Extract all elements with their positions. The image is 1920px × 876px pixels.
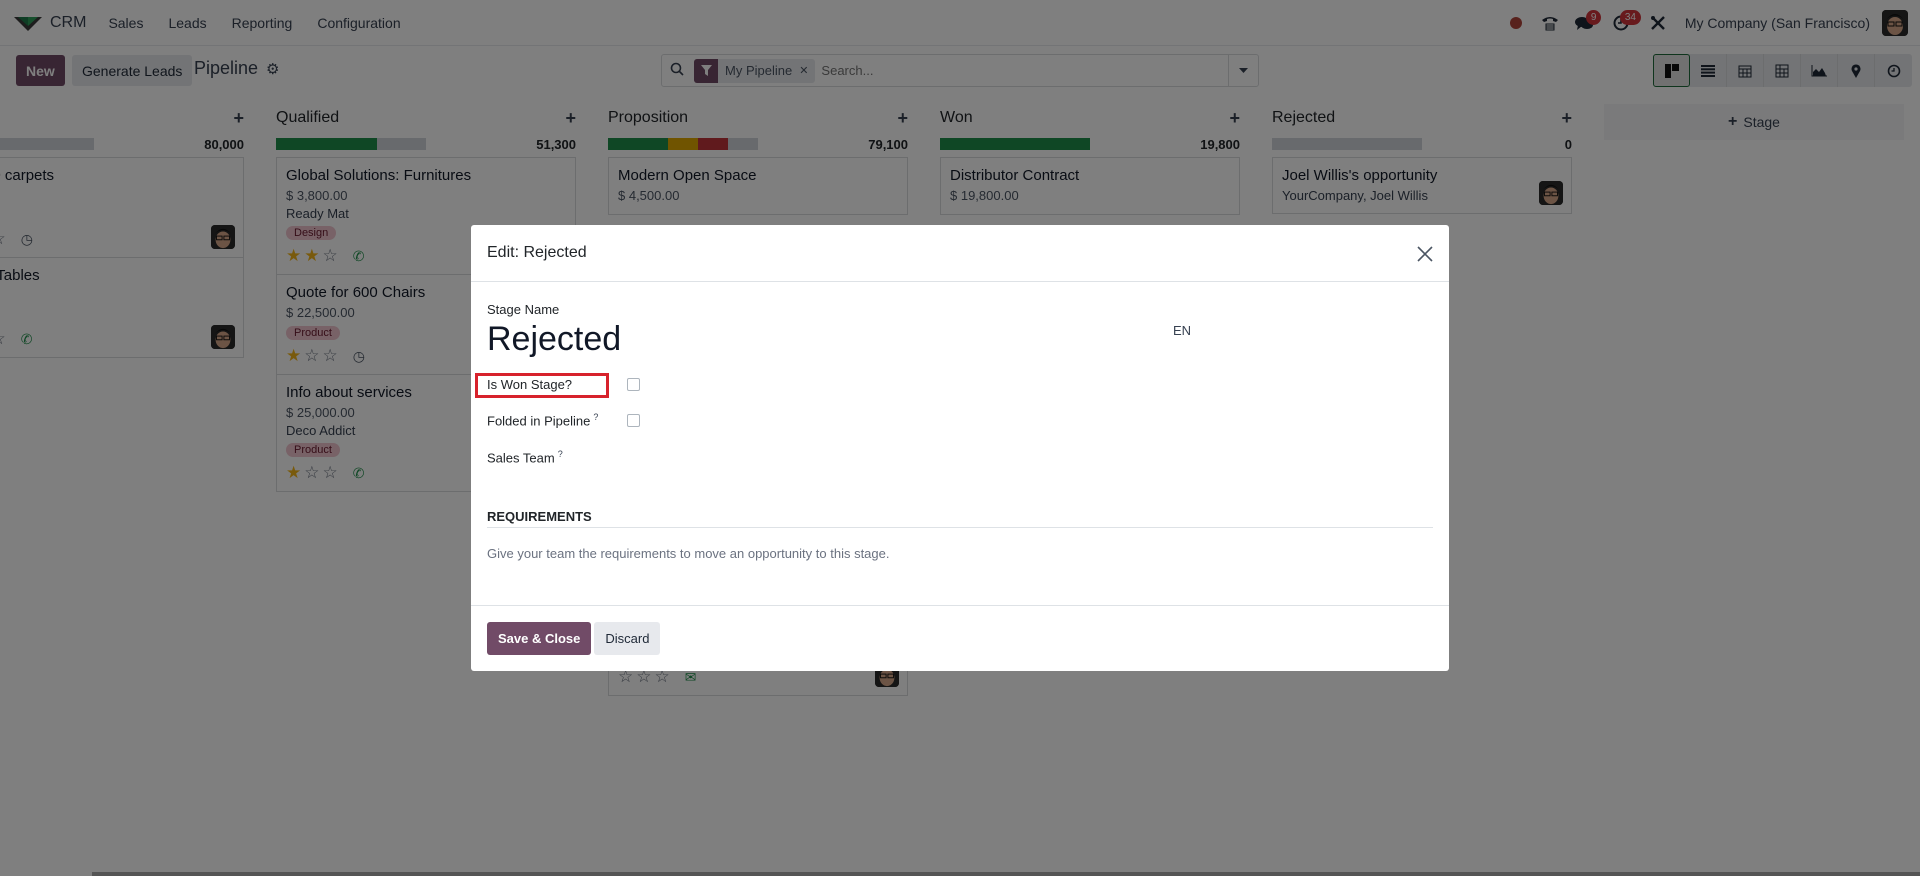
dialog-title: Edit: Rejected xyxy=(487,244,587,261)
sales-team-field: Sales Team? xyxy=(487,448,927,466)
stage-name-label: Stage Name xyxy=(487,302,560,317)
sales-team-label-text: Sales Team xyxy=(487,450,555,466)
dialog-header: Edit: Rejected xyxy=(471,225,1449,282)
divider xyxy=(487,527,1433,528)
folded-field: Folded in Pipeline? xyxy=(487,412,640,428)
horizontal-scrollbar[interactable] xyxy=(92,872,1920,876)
help-icon[interactable]: ? xyxy=(593,412,598,422)
folded-label: Folded in Pipeline? xyxy=(487,412,627,428)
folded-label-text: Folded in Pipeline xyxy=(487,413,591,429)
requirements-heading: REQUIREMENTS xyxy=(487,509,592,524)
folded-checkbox[interactable] xyxy=(627,413,640,427)
help-icon[interactable]: ? xyxy=(558,449,563,459)
is-won-checkbox[interactable] xyxy=(627,378,640,391)
close-icon[interactable] xyxy=(1417,240,1433,266)
requirements-input[interactable]: Give your team the requirements to move … xyxy=(487,546,890,561)
save-close-button[interactable]: Save & Close xyxy=(487,622,592,655)
is-won-label: Is Won Stage? xyxy=(487,377,573,392)
edit-stage-dialog: Edit: Rejected Stage Name Rejected EN Is… xyxy=(471,225,1449,671)
language-button[interactable]: EN xyxy=(1173,323,1191,338)
discard-button[interactable]: Discard xyxy=(594,622,661,655)
stage-name-input[interactable]: Rejected xyxy=(487,320,621,359)
is-won-field: Is Won Stage? xyxy=(487,377,640,392)
sales-team-label: Sales Team? xyxy=(487,449,627,465)
sales-team-input[interactable] xyxy=(627,448,927,466)
dialog-footer: Save & Close Discard xyxy=(471,606,1449,671)
